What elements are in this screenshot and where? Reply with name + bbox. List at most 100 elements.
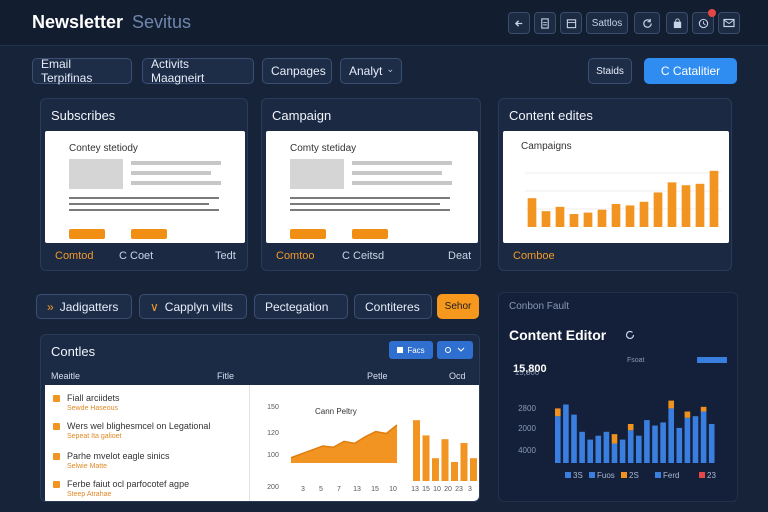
tab-campaign-visits[interactable]: ∨ Capplyn vilts (139, 294, 247, 319)
column-divider (249, 385, 250, 501)
bar (432, 458, 439, 481)
bar (597, 209, 607, 227)
clock-icon[interactable] (692, 9, 716, 34)
newsletter-preview[interactable]: Contey stetiody (45, 131, 245, 243)
preview-title: Contey stetiody (69, 143, 138, 154)
checkbox[interactable] (53, 395, 60, 402)
column-header[interactable]: Fitle (217, 371, 234, 381)
calendar-icon[interactable] (560, 12, 582, 34)
campaign-card: Campaign Comty stetiday Comtoo C Ceitsd … (261, 98, 481, 271)
back-arrow-icon[interactable] (508, 12, 530, 34)
tab-segmentation[interactable]: Pectegation (254, 294, 348, 319)
legend-label: 23 (707, 471, 716, 480)
notification-dot (708, 9, 716, 17)
card-footer-left[interactable]: Comboe (513, 250, 555, 262)
filter-icon (397, 347, 404, 353)
nav-campaigns[interactable]: Canpages (262, 58, 332, 84)
x-tick-label: 13 (353, 486, 361, 493)
x-tick-label: 3 (301, 486, 305, 493)
chevron-down-icon (388, 69, 393, 73)
options-dropdown[interactable] (437, 341, 473, 359)
bar (667, 182, 677, 227)
nav-analytics-dropdown[interactable]: Analyt (340, 58, 402, 84)
status-button[interactable]: Sattlos (586, 12, 628, 34)
panel-title: Content Editor (509, 327, 607, 343)
panel-eyebrow: Conbon Fault (509, 301, 570, 312)
card-footer-right[interactable]: Tedt (215, 250, 236, 262)
preview-line (352, 161, 452, 165)
item-subtitle: Sepeat Ita galioet (67, 433, 122, 440)
bar (571, 414, 577, 463)
x-tick-label: 15 (371, 486, 379, 493)
card-footer-left[interactable]: Comtod (55, 250, 94, 262)
bar (413, 420, 420, 481)
checkbox[interactable] (53, 481, 60, 488)
item-subtitle: Selwie Matte (67, 463, 108, 470)
small-bar-chart: 13 15 10 20 23 3 (411, 420, 477, 493)
checkbox[interactable] (53, 453, 60, 460)
panel-title: Contles (51, 344, 96, 359)
preview-line (352, 181, 452, 185)
bar (644, 420, 650, 463)
x-tick-label: 5 (319, 486, 323, 493)
list-item[interactable]: Ferbe faiut ocl parfocotef agpe Steep At… (53, 479, 213, 501)
x-tick-label: 23 (455, 486, 463, 493)
primary-action-button[interactable]: C Catalitier (644, 58, 737, 84)
legend-swatch (621, 472, 627, 478)
nav-email-templates[interactable]: Email Terpifinas (32, 57, 132, 85)
x-tick-label: 10 (433, 486, 441, 493)
card-footer-left[interactable]: Comtoo (276, 250, 315, 262)
list-item[interactable]: Parhe mvelot eagle sinics Selwie Matte (53, 451, 213, 475)
mail-icon[interactable] (718, 12, 740, 34)
orange-chevron-icon: ∨ (150, 299, 159, 314)
orange-action-button[interactable]: Sehor (437, 294, 479, 319)
preview-button (352, 229, 388, 239)
refresh-icon[interactable] (625, 330, 635, 340)
contents-table-body: Fiall arciidets Sewde Haseous Wers wel b… (45, 385, 479, 501)
bar (595, 435, 602, 463)
bar (555, 206, 565, 227)
bar (555, 408, 561, 417)
bar (627, 430, 634, 463)
area-chart: 150 120 100 200 3 5 7 13 15 10 (267, 404, 398, 493)
card-footer-mid[interactable]: C Ceitsd (342, 250, 384, 262)
bar (541, 211, 551, 227)
card-footer-right[interactable]: Deat (448, 250, 471, 262)
preview-image-placeholder (69, 159, 123, 189)
preview-line (131, 171, 211, 175)
preview-button (69, 229, 105, 239)
y-tick-label: 150 (267, 404, 279, 411)
tab-contents[interactable]: Contiteres (354, 294, 432, 319)
column-header[interactable]: Meaitle (51, 371, 80, 381)
content-editor-bar-chart: 15,800 2800 2000 4000 3S Fuos 2S Ferd 23 (515, 371, 717, 480)
column-header[interactable]: Petle (367, 371, 388, 381)
tab-navigators[interactable]: » Jadigatters (36, 294, 132, 319)
checkbox[interactable] (53, 423, 60, 430)
x-tick-label: 7 (337, 486, 341, 493)
bar (587, 439, 593, 463)
bar (611, 203, 621, 227)
tab-label: Capplyn vilts (164, 299, 233, 314)
refresh-icon[interactable] (634, 12, 660, 34)
legend-swatch (589, 472, 595, 478)
y-tick-label: 2800 (518, 404, 536, 413)
bag-icon[interactable] (666, 12, 688, 34)
nav-activity-management[interactable]: Activits Maagneirt (142, 57, 254, 85)
x-tick-label: 10 (389, 486, 397, 493)
y-tick-label: 15,800 (515, 371, 540, 377)
item-subtitle: Steep Atrahae (67, 491, 112, 498)
campaign-preview[interactable]: Comty stetiday (266, 131, 478, 243)
list-item[interactable]: Fiall arciidets Sewde Haseous (53, 393, 213, 417)
bar (684, 417, 691, 463)
bar (579, 431, 585, 463)
tab-label: Jadigatters (59, 299, 119, 314)
secondary-button[interactable]: Staids (588, 58, 632, 84)
area-series (291, 425, 397, 463)
document-icon[interactable] (534, 12, 556, 34)
bar (695, 183, 705, 227)
bar (700, 411, 707, 463)
list-item[interactable]: Wers wel blighesmcel on Legational Sepea… (53, 421, 213, 445)
filter-button[interactable]: Facs (389, 341, 433, 359)
card-footer-mid[interactable]: C Coet (119, 250, 153, 262)
column-header[interactable]: Ocd (449, 371, 466, 381)
